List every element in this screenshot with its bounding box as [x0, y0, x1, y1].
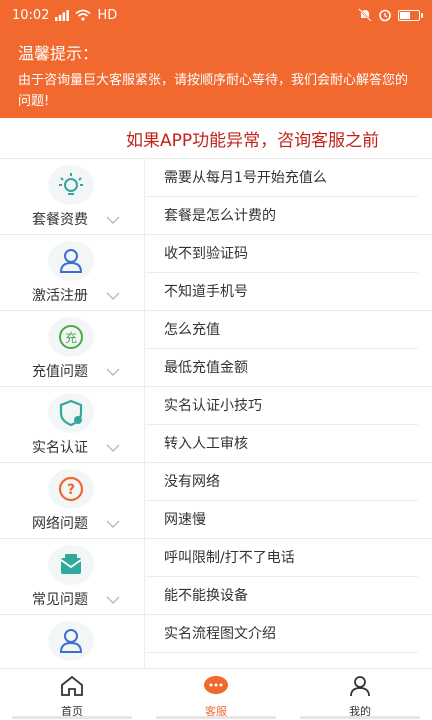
- question-item[interactable]: 能不能换设备: [146, 577, 418, 615]
- bottom-tab-bar: 首页 客服 我的: [0, 668, 432, 720]
- lightbulb-icon: [48, 165, 94, 205]
- battery-fill: [400, 11, 410, 19]
- notice-banner: 温馨提示： 由于咨询量巨大客服紧张，请按顺序耐心等待，我们会耐心解答您的问题!: [0, 30, 432, 118]
- wifi-icon: [75, 9, 91, 21]
- category-label: 网络问题: [32, 516, 88, 532]
- category-toggle[interactable]: [0, 615, 145, 668]
- svg-text:充: 充: [65, 330, 77, 345]
- question-circle-icon: ?: [48, 469, 94, 509]
- faq-category: 实名流程图文介绍: [0, 615, 432, 668]
- question-list: 需要从每月1号开始充值么 套餐是怎么计费的: [146, 159, 432, 235]
- profile-icon: [348, 675, 372, 701]
- chevron-down-icon: [105, 363, 121, 376]
- question-list: 实名认证小技巧 转入人工审核: [146, 387, 432, 463]
- question-item[interactable]: 最低充值金额: [146, 349, 418, 387]
- chevron-down-icon: [105, 439, 121, 452]
- question-item[interactable]: 实名流程图文介绍: [146, 615, 418, 653]
- status-bar: 10:02 HD: [0, 0, 432, 30]
- chat-icon: [202, 675, 230, 701]
- question-item[interactable]: [146, 653, 418, 668]
- signal-icon: [55, 9, 70, 21]
- faq-category: 套餐资费 需要从每月1号开始充值么 套餐是怎么计费的: [0, 159, 432, 235]
- question-list: 收不到验证码 不知道手机号: [146, 235, 432, 311]
- question-item[interactable]: 不知道手机号: [146, 273, 418, 311]
- marquee: 如果APP功能异常，咨询客服之前: [0, 118, 432, 158]
- status-time: 10:02: [12, 7, 50, 23]
- question-item[interactable]: 呼叫限制/打不了电话: [146, 539, 418, 577]
- faq-category: 充充值问题 怎么充值 最低充值金额: [0, 311, 432, 387]
- marquee-text: 如果APP功能异常，咨询客服之前: [126, 131, 380, 151]
- question-item[interactable]: 收不到验证码: [146, 235, 418, 273]
- alarm-icon: [379, 9, 391, 22]
- faq-category: ? 网络问题 没有网络 网速慢: [0, 463, 432, 539]
- category-label: 套餐资费: [32, 212, 88, 228]
- question-item[interactable]: 网速慢: [146, 501, 418, 539]
- notice-body: 由于咨询量巨大客服紧张，请按顺序耐心等待，我们会耐心解答您的问题!: [18, 73, 409, 109]
- home-icon: [60, 675, 84, 701]
- user-icon: [48, 621, 94, 661]
- user-icon: [48, 241, 94, 281]
- chevron-down-icon: [105, 287, 121, 300]
- faq-category: 常见问题 呼叫限制/打不了电话 能不能换设备: [0, 539, 432, 615]
- question-item[interactable]: 没有网络: [146, 463, 418, 501]
- chevron-down-icon: [105, 211, 121, 224]
- category-toggle[interactable]: 常见问题: [0, 539, 145, 615]
- category-toggle[interactable]: 实名认证: [0, 387, 145, 463]
- shield-check-icon: [48, 393, 94, 433]
- chevron-down-icon: [105, 515, 121, 528]
- question-item[interactable]: 转入人工审核: [146, 425, 418, 463]
- network-type: HD: [97, 7, 118, 23]
- category-toggle[interactable]: 激活注册: [0, 235, 145, 311]
- chevron-down-icon: [105, 591, 121, 604]
- question-item[interactable]: 怎么充值: [146, 311, 418, 349]
- faq-category: 激活注册 收不到验证码 不知道手机号: [0, 235, 432, 311]
- category-toggle[interactable]: ? 网络问题: [0, 463, 145, 539]
- tab-profile[interactable]: 我的: [288, 669, 432, 720]
- question-list: 怎么充值 最低充值金额: [146, 311, 432, 387]
- question-list: 实名流程图文介绍: [146, 615, 432, 668]
- category-label: 充值问题: [32, 364, 88, 380]
- category-label: 实名认证: [32, 440, 88, 456]
- category-label: 激活注册: [32, 288, 88, 304]
- category-toggle[interactable]: 充充值问题: [0, 311, 145, 387]
- svg-text:?: ?: [67, 482, 75, 498]
- question-item[interactable]: 需要从每月1号开始充值么: [146, 159, 418, 197]
- question-list: 没有网络 网速慢: [146, 463, 432, 539]
- notice-title: 温馨提示：: [18, 44, 99, 63]
- tab-home[interactable]: 首页: [0, 669, 144, 720]
- recharge-icon: 充: [48, 317, 94, 357]
- faq-category-list: 套餐资费 需要从每月1号开始充值么 套餐是怎么计费的激活注册 收不到验证码 不知道手机号…: [0, 158, 432, 668]
- question-item[interactable]: 实名认证小技巧: [146, 387, 418, 425]
- question-list: 呼叫限制/打不了电话 能不能换设备: [146, 539, 432, 615]
- home-indicator: [0, 716, 432, 720]
- category-label: 常见问题: [32, 592, 88, 608]
- faq-category: 实名认证 实名认证小技巧 转入人工审核: [0, 387, 432, 463]
- question-item[interactable]: 套餐是怎么计费的: [146, 197, 418, 235]
- category-toggle[interactable]: 套餐资费: [0, 159, 145, 235]
- tab-chat[interactable]: 客服: [144, 669, 288, 720]
- mute-icon: [358, 8, 372, 22]
- battery-icon: [398, 9, 423, 21]
- mail-icon: [48, 545, 94, 585]
